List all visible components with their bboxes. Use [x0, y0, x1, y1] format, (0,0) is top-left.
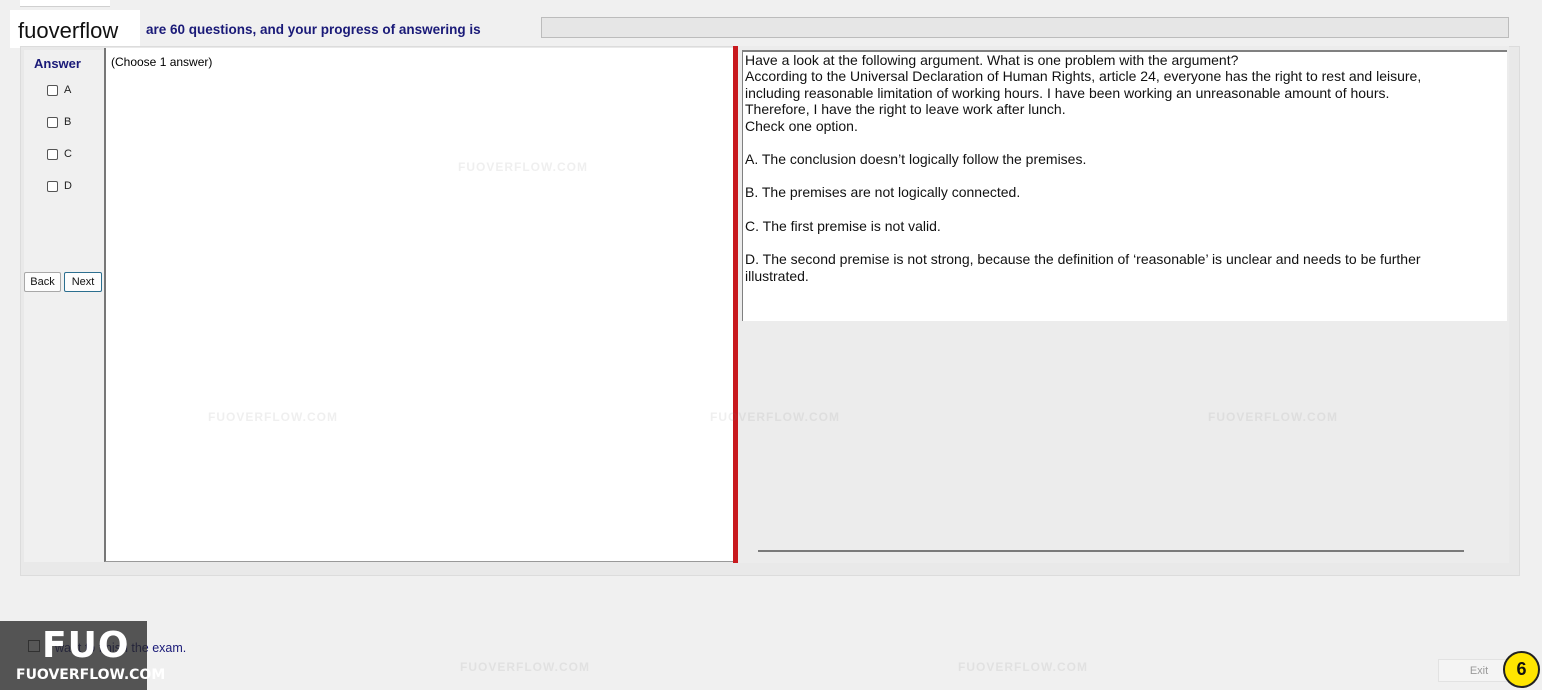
horizontal-scrollbar[interactable] [758, 550, 1464, 552]
watermark-text: FUOVERFLOW.COM [958, 660, 1088, 674]
answer-area[interactable] [104, 48, 734, 562]
watermark-text: FUOVERFLOW.COM [460, 660, 590, 674]
checkbox-a[interactable] [47, 84, 58, 96]
question-option-d: D. The second premise is not strong, bec… [745, 251, 1421, 284]
answer-option-b[interactable]: B [47, 115, 71, 129]
answer-option-label: A [64, 84, 72, 96]
progress-bar [541, 17, 1509, 38]
page-badge: 6 [1503, 651, 1540, 688]
watermark-text: FUOVERFLOW.COM [458, 160, 588, 174]
question-option-a: A. The conclusion doesn’t logically foll… [745, 151, 1087, 167]
next-button[interactable]: Next [64, 272, 102, 292]
progress-text: are 60 questions, and your progress of a… [146, 22, 481, 37]
question-option-c: C. The first premise is not valid. [745, 218, 941, 234]
top-strip [0, 0, 1542, 8]
question-line: Check one option. [745, 118, 858, 134]
logo-text: FUOVERFLOW.COM [16, 667, 166, 683]
back-button[interactable]: Back [24, 272, 61, 292]
fuoverflow-logo: FUO FUOVERFLOW.COM [0, 621, 165, 690]
answer-title: Answer [34, 56, 81, 71]
answer-option-a[interactable]: A [47, 83, 71, 97]
checkbox-c[interactable] [47, 148, 58, 160]
watermark-text: FUOVERFLOW.COM [710, 410, 840, 424]
question-line: Have a look at the following argument. W… [745, 52, 1239, 68]
choose-label: (Choose 1 answer) [111, 55, 213, 69]
checkbox-b[interactable] [47, 116, 58, 128]
checkbox-d[interactable] [47, 180, 58, 192]
answer-option-c[interactable]: C [47, 147, 72, 161]
question-option-b: B. The premises are not logically connec… [745, 184, 1021, 200]
answer-option-label: B [64, 116, 72, 128]
question-line: including reasonable limitation of worki… [745, 85, 1390, 101]
answer-option-label: C [64, 148, 72, 160]
watermark-text: FUOVERFLOW.COM [1208, 410, 1338, 424]
top-tab[interactable] [20, 0, 110, 7]
answer-option-d[interactable]: D [47, 179, 72, 193]
question-line: Therefore, I have the right to leave wor… [745, 101, 1066, 117]
watermark-text: FUOVERFLOW.COM [208, 410, 338, 424]
answer-option-label: D [64, 180, 72, 192]
question-line: According to the Universal Declaration o… [745, 68, 1422, 84]
logo-mark: FUO [42, 625, 130, 666]
brand-label: fuoverflow [10, 10, 140, 48]
